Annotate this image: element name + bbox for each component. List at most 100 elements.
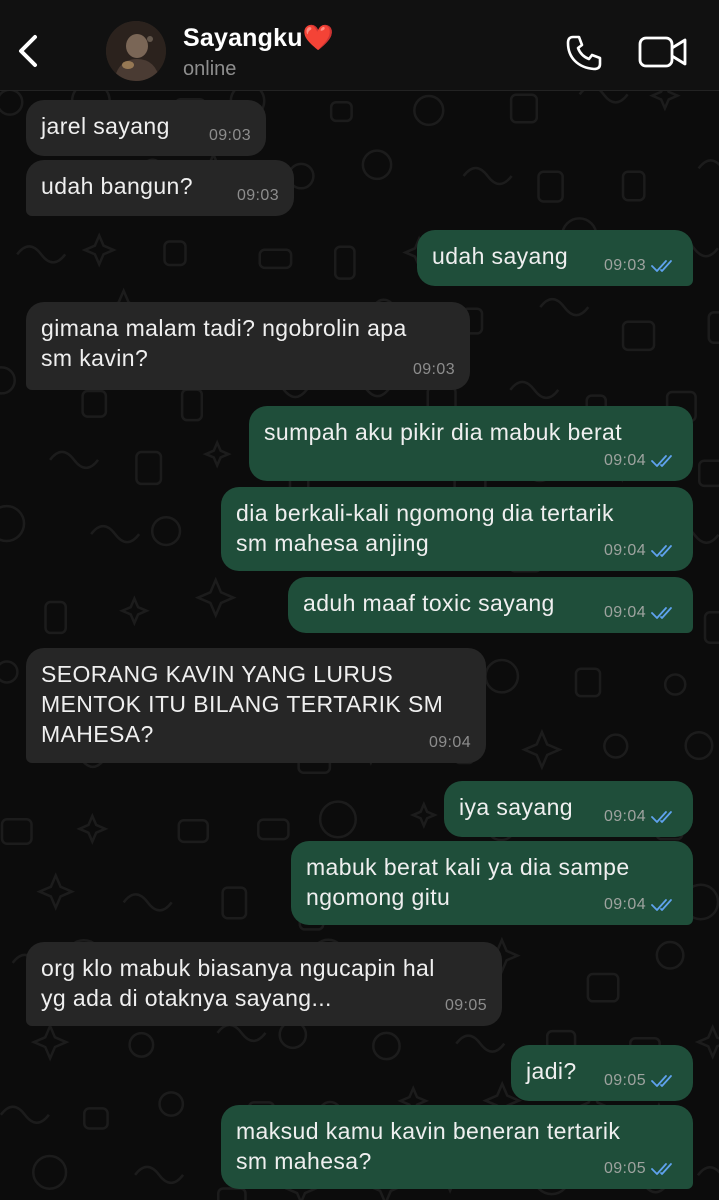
message-meta: 09:04 <box>604 895 678 915</box>
wallpaper-doodle <box>135 450 163 486</box>
incoming-message[interactable]: gimana malam tadi? ngobrolin apa sm kavin… <box>26 302 470 390</box>
wallpaper-doodle <box>574 667 602 698</box>
message-text: dia berkali-kali ngomong dia tertarik sm … <box>236 500 614 556</box>
message-meta: 09:03 <box>413 360 455 380</box>
double-check-icon <box>651 260 672 272</box>
wallpaper-doodle <box>81 232 117 268</box>
wallpaper-doodle <box>158 1091 185 1117</box>
message-time: 09:03 <box>236 187 279 204</box>
wallpaper-doodle <box>696 1166 719 1177</box>
wallpaper-doodle <box>36 872 76 911</box>
message-meta: 09:03 <box>237 186 279 206</box>
double-check-icon <box>651 811 672 823</box>
video-camera-icon[interactable] <box>638 35 688 69</box>
message-time: 09:04 <box>603 542 646 559</box>
wallpaper-doodle <box>202 439 232 469</box>
double-check-icon <box>651 1163 672 1175</box>
contact-name[interactable]: Sayangku❤️ <box>183 24 334 53</box>
outgoing-message[interactable]: sumpah aku pikir dia mabuk berat 09:04 <box>249 406 693 481</box>
message-text: SEORANG KAVIN YANG LURUS MENTOK ITU BILAN… <box>41 661 444 747</box>
message-text: org klo mabuk biasanya ngucapin hal yg ad… <box>41 955 435 1011</box>
message-time: 09:05 <box>603 1160 646 1177</box>
double-check-icon <box>651 455 672 467</box>
wallpaper-doodle <box>119 595 150 627</box>
message-text: mabuk berat kali ya dia sampe ngomong git… <box>306 854 630 910</box>
message-meta: 09:04 <box>604 541 678 561</box>
wallpaper-doodle <box>586 972 620 1003</box>
wallpaper-doodle <box>455 1034 506 1053</box>
double-check-icon <box>651 1075 672 1087</box>
wallpaper-doodle <box>521 728 563 771</box>
wallpaper-doodle <box>76 812 109 845</box>
message-time: 09:04 <box>603 896 646 913</box>
message-time: 09:04 <box>428 734 471 751</box>
outgoing-message[interactable]: mabuk berat kali ya dia sampe ngomong git… <box>291 841 693 925</box>
wallpaper-doodle <box>0 504 26 543</box>
wallpaper-doodle <box>83 1107 109 1130</box>
wallpaper-doodle <box>194 576 237 619</box>
message-text: jarel sayang <box>41 113 170 139</box>
wallpaper-doodle <box>655 940 685 970</box>
wallpaper-doodle <box>0 91 24 116</box>
message-meta: 09:05 <box>445 996 487 1016</box>
wallpaper-doodle <box>177 819 209 844</box>
wallpaper-doodle <box>649 91 681 112</box>
message-meta: 09:05 <box>604 1159 678 1179</box>
message-time: 09:05 <box>603 1072 646 1089</box>
outgoing-message[interactable]: maksud kamu kavin beneran tertarik sm mah… <box>221 1105 693 1189</box>
message-text: iya sayang <box>459 794 573 820</box>
outgoing-message[interactable]: iya sayang 09:04 <box>444 781 693 837</box>
wallpaper-doodle <box>663 673 687 696</box>
outgoing-message[interactable]: aduh maaf toxic sayang 09:04 <box>288 577 693 633</box>
wallpaper-doodle <box>163 240 187 267</box>
message-text: maksud kamu kavin beneran tertarik sm mah… <box>236 1118 621 1174</box>
wallpaper-doodle <box>0 660 19 684</box>
message-meta: 09:03 <box>604 256 678 276</box>
wallpaper-doodle <box>216 1023 267 1043</box>
presence-status: online <box>183 58 237 80</box>
message-text: jadi? <box>526 1058 577 1084</box>
wallpaper-doodle <box>462 166 513 186</box>
wallpaper-doodle <box>150 515 182 547</box>
wallpaper-doodle <box>707 311 719 344</box>
wallpaper-doodle <box>694 1024 719 1060</box>
wallpaper-doodle <box>257 818 290 841</box>
outgoing-message[interactable]: udah sayang 09:03 <box>417 230 693 286</box>
incoming-message[interactable]: org klo mabuk biasanya ngucapin hal yg ad… <box>26 942 502 1026</box>
wallpaper-doodle <box>484 658 520 694</box>
phone-icon[interactable] <box>564 33 604 73</box>
wallpaper-doodle <box>621 170 646 202</box>
double-check-icon <box>651 899 672 911</box>
wallpaper-doodle <box>621 320 656 352</box>
message-time: 09:05 <box>444 997 487 1014</box>
incoming-message[interactable]: udah bangun? 09:03 <box>26 160 294 216</box>
outgoing-message[interactable]: jadi? 09:05 <box>511 1045 693 1101</box>
double-check-icon <box>651 545 672 557</box>
avatar[interactable] <box>106 21 166 81</box>
wallpaper-doodle <box>0 818 33 845</box>
message-meta: 09:04 <box>604 603 678 623</box>
chevron-left-icon[interactable] <box>10 28 46 74</box>
message-text: udah sayang <box>432 243 569 269</box>
wallpaper-doodle <box>44 600 68 635</box>
message-text: sumpah aku pikir dia mabuk berat <box>264 419 622 445</box>
wallpaper-doodle <box>697 159 719 170</box>
outgoing-message[interactable]: dia berkali-kali ngomong dia tertarik sm … <box>221 487 693 571</box>
message-time: 09:03 <box>603 257 646 274</box>
wallpaper-doodle <box>180 388 204 422</box>
wallpaper-doodle <box>16 245 67 264</box>
wallpaper-doodle <box>333 245 356 280</box>
wallpaper-doodle <box>409 801 438 830</box>
message-meta: 09:04 <box>429 733 471 753</box>
message-list[interactable]: jarel sayang 09:03 udah bangun? 09:03 udah s… <box>0 91 719 1200</box>
wallpaper-doodle <box>134 1165 185 1185</box>
incoming-message[interactable]: jarel sayang 09:03 <box>26 100 266 156</box>
wallpaper-doodle <box>537 170 564 203</box>
chat-header: Sayangku❤️ online <box>0 0 719 91</box>
incoming-message[interactable]: SEORANG KAVIN YANG LURUS MENTOK ITU BILAN… <box>26 648 486 763</box>
message-time: 09:04 <box>603 808 646 825</box>
message-meta: 09:04 <box>604 451 678 471</box>
message-text: gimana malam tadi? ngobrolin apa sm kavin… <box>41 315 407 371</box>
wallpaper-doodle <box>603 733 629 759</box>
wallpaper-doodle <box>329 100 353 123</box>
